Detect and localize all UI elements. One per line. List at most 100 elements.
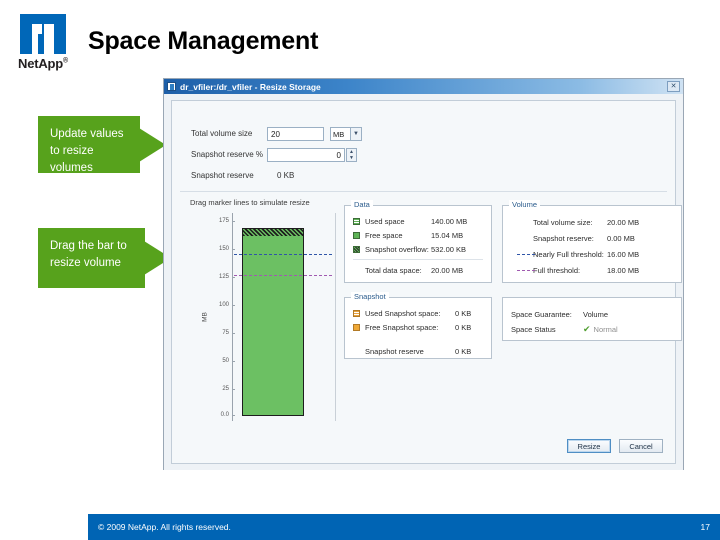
dialog-body: Total volume size 20 MB ▼ Snapshot reser… [164, 94, 683, 470]
y-tick-50: 50 [212, 358, 235, 364]
free-space-label: Free space [365, 230, 403, 240]
callout-update-values: Update values to resize volumes [38, 116, 166, 174]
check-icon: ✔ [583, 324, 591, 334]
legend-row-used-snapshot-space: Used Snapshot space: 0 KB [353, 306, 483, 320]
cancel-button[interactable]: Cancel [619, 439, 663, 453]
snapshot-reserve-total-value: 0 KB [455, 346, 472, 356]
total-volume-size-input[interactable]: 20 [267, 126, 324, 141]
snapshot-reserve-label: Snapshot reserve [191, 171, 254, 180]
space-guarantee-row: Space Guarantee: Volume [511, 307, 673, 322]
used-snapshot-space-label: Used Snapshot space: [365, 308, 441, 318]
resize-storage-dialog: dr_vfiler:/dr_vfiler - Resize Storage ✕ … [163, 78, 684, 470]
stepper-down-icon[interactable]: ▼ [347, 155, 356, 161]
snapshot-reserve-pct-input[interactable]: 0 [267, 147, 345, 162]
callout-drag-bar: Drag the bar to resize volume [38, 228, 171, 288]
dialog-title-bar[interactable]: dr_vfiler:/dr_vfiler - Resize Storage ✕ [164, 79, 683, 94]
data-panel: Data Used space 140.00 MB Free space 15.… [344, 200, 492, 283]
space-guarantee-value: Volume [583, 310, 609, 319]
window-app-icon [167, 82, 176, 91]
total-data-space-row: Total data space: 20.00 MB [353, 263, 483, 277]
snapshot-reserve-total-label: Snapshot reserve [365, 346, 424, 356]
full-threshold-row: Full threshold: 18.00 MB [511, 262, 673, 278]
snapshot-reserve-row: Snapshot reserve 0 KB [191, 166, 362, 185]
page-title: Space Management [88, 27, 319, 55]
y-tick-75: 75 [212, 330, 235, 336]
used-space-swatch-icon [353, 217, 360, 225]
copyright-text: © 2009 NetApp. All rights reserved. [98, 522, 231, 532]
free-space-swatch-icon [353, 231, 360, 239]
y-tick-100: 100 [212, 302, 235, 308]
used-space-value: 140.00 MB [431, 216, 468, 226]
dialog-title: dr_vfiler:/dr_vfiler - Resize Storage [180, 81, 321, 92]
data-panel-separator [353, 259, 483, 260]
total-data-space-label: Total data space: [365, 265, 422, 275]
chart-plot-area: MB 175 150 125 100 75 50 25 0.0 [201, 213, 336, 421]
data-panel-legend: Data [351, 200, 373, 209]
y-tick-125: 125 [212, 274, 235, 280]
snapshot-reserve-info-row: Snapshot reserve: 0.00 MB [511, 230, 673, 246]
resize-button[interactable]: Resize [567, 439, 611, 453]
resize-chart: Drag marker lines to simulate resize MB … [190, 198, 340, 430]
chevron-down-icon[interactable]: ▼ [350, 126, 362, 141]
snapshot-overflow-swatch-icon [353, 245, 360, 253]
free-space-value: 15.04 MB [431, 230, 464, 240]
total-volume-size-info-row: Total volume size: 20.00 MB [511, 214, 673, 230]
netapp-logo-bar [38, 34, 60, 54]
netapp-logo-text: NetApp® [18, 56, 78, 71]
used-space-label: Used space [365, 216, 405, 226]
callout-arrow-icon [139, 127, 166, 162]
snapshot-panel-separator [353, 337, 483, 341]
legend-row-free-snapshot-space: Free Snapshot space: 0 KB [353, 320, 483, 334]
close-icon[interactable]: ✕ [667, 81, 680, 92]
space-status-label: Space Status [511, 325, 556, 334]
nearly-full-threshold-marker[interactable] [234, 254, 332, 255]
volume-panel-legend: Volume [509, 200, 541, 209]
free-snapshot-space-label: Free Snapshot space: [365, 322, 439, 332]
y-tick-25: 25 [212, 386, 235, 392]
snapshot-reserve-pct-label: Snapshot reserve % [191, 150, 264, 159]
unit-select[interactable]: MB ▼ [330, 126, 362, 141]
nearly-full-threshold-row: Nearly Full threshold: 16.00 MB [511, 246, 673, 262]
y-tick-150: 150 [212, 246, 235, 252]
nearly-full-threshold-marker-icon [517, 253, 535, 255]
snapshot-reserve-pct-row: Snapshot reserve % 0 ▲ ▼ [191, 145, 362, 164]
netapp-logo: NetApp® [14, 14, 78, 74]
full-threshold-marker[interactable] [234, 275, 332, 276]
snapshot-panel-legend: Snapshot [351, 292, 389, 301]
snapshot-reserve-value: 0 KB [277, 171, 295, 180]
total-volume-size-label: Total volume size [191, 129, 253, 138]
dialog-button-bar: Resize Cancel [567, 439, 663, 453]
callout-text: Update values to resize volumes [50, 128, 124, 174]
y-tick-175: 175 [212, 218, 235, 224]
total-volume-size-info-value: 20.00 MB [607, 217, 640, 227]
total-volume-size-info-label: Total volume size: [533, 217, 593, 227]
callout-text: Drag the bar to resize volume [50, 240, 127, 269]
volume-panel: Volume Total volume size: 20.00 MB Snaps… [502, 200, 682, 283]
dialog-content-panel: Total volume size 20 MB ▼ Snapshot reser… [171, 100, 682, 464]
chart-right-border [335, 213, 336, 421]
used-snapshot-space-value: 0 KB [455, 308, 472, 318]
space-status-row: Space Status ✔ Normal [511, 322, 673, 337]
free-snapshot-space-value: 0 KB [455, 322, 472, 332]
snapshot-reserve-info-value: 0.00 MB [607, 233, 635, 243]
page-number: 17 [700, 522, 710, 532]
slide-footer: © 2009 NetApp. All rights reserved. 17 [88, 514, 720, 540]
full-threshold-marker-icon [517, 269, 535, 271]
snapshot-reserve-info-label: Snapshot reserve: [533, 233, 594, 243]
chart-caption: Drag marker lines to simulate resize [190, 198, 310, 207]
legend-row-free-space: Free space 15.04 MB [353, 228, 483, 242]
resize-form: Total volume size 20 MB ▼ Snapshot reser… [191, 124, 362, 187]
snapshot-reserve-stepper[interactable]: ▲ ▼ [346, 147, 357, 162]
snapshot-overflow-label: Snapshot overflow: [365, 244, 429, 254]
used-snapshot-swatch-icon [353, 309, 360, 317]
chart-y-axis-label: MB [201, 312, 209, 322]
space-guarantee-panel: Space Guarantee: Volume Space Status ✔ N… [502, 297, 682, 341]
snapshot-overflow-bar[interactable] [242, 228, 304, 236]
total-data-space-value: 20.00 MB [431, 265, 464, 275]
trademark-symbol: ® [63, 57, 68, 65]
brand-name: NetApp [18, 56, 64, 71]
volume-bar[interactable] [242, 235, 304, 416]
status-badge: Normal [593, 325, 618, 334]
legend-row-snapshot-overflow: Snapshot overflow: 532.00 KB [353, 242, 483, 256]
space-guarantee-label: Space Guarantee: [511, 310, 572, 319]
